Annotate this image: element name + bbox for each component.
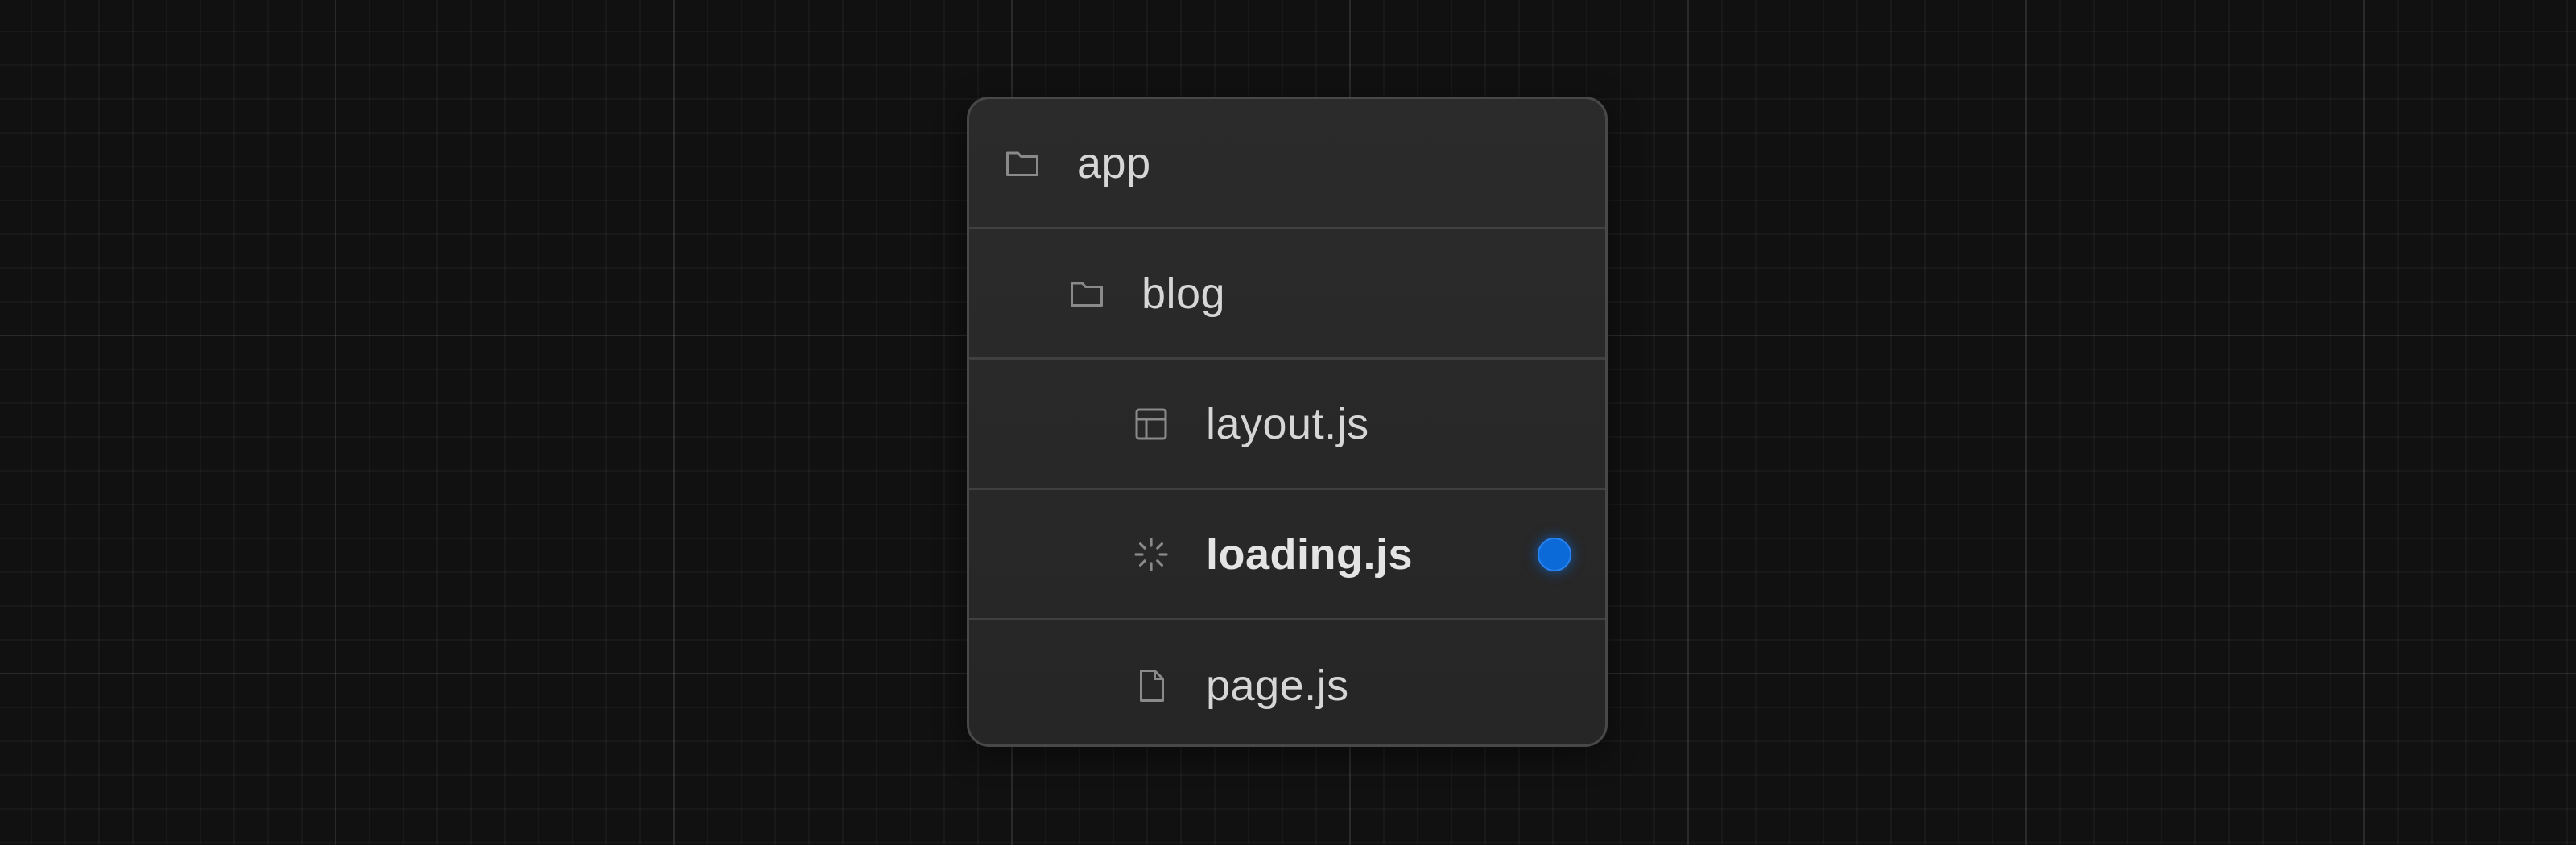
active-indicator-dot bbox=[1538, 537, 1571, 571]
tree-item-label: page.js bbox=[1206, 662, 1349, 710]
folder-icon bbox=[1006, 151, 1038, 176]
tree-item-app[interactable]: app bbox=[969, 99, 1605, 229]
file-tree-panel: app blog layout.js loading.js page.js bbox=[967, 97, 1608, 747]
folder-icon bbox=[1071, 282, 1103, 307]
tree-item-loading-js[interactable]: loading.js bbox=[969, 490, 1605, 620]
file-icon bbox=[1140, 670, 1164, 702]
loading-spinner-icon bbox=[1134, 537, 1168, 571]
tree-item-page-js[interactable]: page.js bbox=[969, 620, 1605, 744]
tree-item-label: loading.js bbox=[1206, 530, 1414, 579]
tree-item-label: layout.js bbox=[1206, 399, 1369, 448]
tree-item-label: blog bbox=[1141, 269, 1226, 318]
tree-item-layout-js[interactable]: layout.js bbox=[969, 360, 1605, 490]
tree-item-label: app bbox=[1077, 138, 1151, 188]
tree-item-blog[interactable]: blog bbox=[969, 229, 1605, 360]
layout-icon bbox=[1135, 408, 1167, 439]
